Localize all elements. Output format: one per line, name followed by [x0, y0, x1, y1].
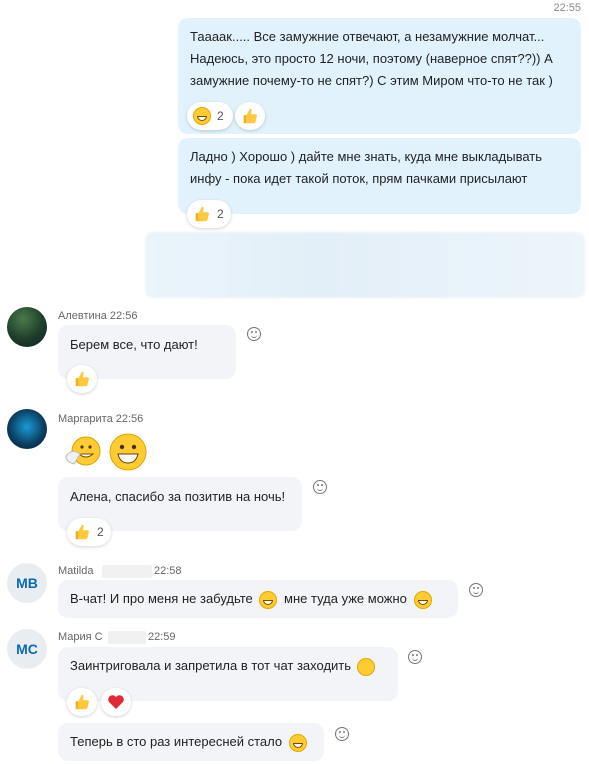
reaction-thumbs-up[interactable]: 2: [67, 518, 111, 546]
outgoing-message[interactable]: Ладно ) Хорошо ) дайте мне знать, куда м…: [178, 138, 581, 214]
add-reaction-icon[interactable]: [247, 327, 261, 341]
thumbs-up-icon: [195, 206, 209, 222]
reaction-thumbs-up[interactable]: 2: [187, 200, 231, 228]
grin-icon: [259, 590, 278, 609]
message-text: Берем все, что дают!: [70, 337, 198, 352]
message-text: Теперь в сто раз интересней стало: [70, 734, 283, 749]
message-text: мне туда уже можно: [284, 591, 407, 606]
timestamp: 22:58: [154, 565, 182, 577]
message-text: Ладно ) Хорошо ) дайте мне знать, куда м…: [190, 149, 543, 186]
avatar[interactable]: MB: [7, 563, 47, 603]
reaction-thumbs-up[interactable]: [67, 365, 97, 393]
laughing-face-icon: [62, 434, 102, 470]
reaction-heart[interactable]: [101, 688, 131, 716]
timestamp: 22:59: [148, 631, 176, 643]
avatar[interactable]: [7, 307, 47, 347]
sender-header: Алевтина 22:56: [58, 310, 138, 322]
thumbs-up-icon: [75, 371, 89, 387]
incoming-message[interactable]: В-чат! И про меня не забудьте мне туда у…: [58, 580, 458, 618]
redacted-message: [145, 232, 585, 298]
redacted-name: [102, 565, 152, 578]
thumbs-up-icon: [75, 524, 89, 540]
incoming-message[interactable]: Теперь в сто раз интересней стало: [58, 723, 324, 761]
reaction-count: 2: [217, 207, 224, 221]
sender-name: Matilda: [58, 565, 94, 577]
grin-icon: [288, 733, 307, 752]
grin-icon: [413, 590, 432, 609]
reaction-count: 2: [217, 109, 224, 123]
thumbs-up-icon: [75, 694, 89, 710]
grin-icon: [193, 107, 211, 125]
message-text: Алена, спасибо за позитив на ночь!: [70, 489, 286, 504]
timestamp: 22:55: [553, 2, 581, 14]
reaction-count: 2: [97, 525, 104, 539]
thumbs-up-icon: [243, 108, 257, 124]
reaction-thumbs-up[interactable]: [67, 688, 97, 716]
add-reaction-icon[interactable]: [313, 480, 327, 494]
grinning-face-icon: [108, 432, 148, 472]
message-text: Заинтриговала и запретила в тот чат захо…: [70, 658, 352, 673]
add-reaction-icon[interactable]: [469, 583, 483, 597]
message-text: Тааaак..... Все замужние отвечают, а нез…: [190, 29, 553, 88]
add-reaction-icon[interactable]: [408, 650, 422, 664]
clapping-hands-icon: [356, 657, 375, 676]
avatar[interactable]: MC: [7, 629, 47, 669]
add-reaction-icon[interactable]: [335, 727, 349, 741]
redacted-name: [108, 631, 146, 644]
heart-icon: [108, 695, 124, 709]
message-text: В-чат! И про меня не забудьте: [70, 591, 253, 606]
avatar[interactable]: [7, 409, 47, 449]
reaction-thumbs-up[interactable]: [235, 102, 265, 130]
sender-header: Маргарита 22:56: [58, 413, 144, 425]
sender-name: Мария С: [58, 631, 103, 643]
reaction-grin[interactable]: 2: [187, 102, 233, 130]
